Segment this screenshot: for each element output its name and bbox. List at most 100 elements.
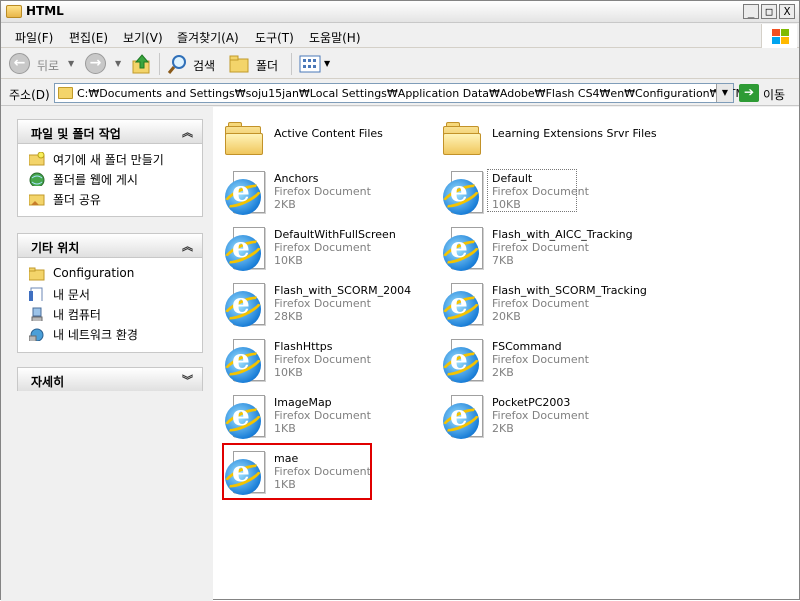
address-label: 주소(D) [9,88,50,102]
file-type: Firefox Document [492,241,589,254]
file-type: Firefox Document [274,353,371,366]
file-size: 20KB [492,310,521,323]
file-name: PocketPC2003 [492,396,571,409]
file-name: FSCommand [492,340,562,353]
file-size: 28KB [274,310,303,323]
file-name: Learning Extensions Srvr Files [492,127,657,140]
file-name: ImageMap [274,396,332,409]
place-label[interactable]: 내 네트워크 환경 [53,326,138,343]
back-arrow-icon[interactable]: ← [9,53,30,74]
address-input[interactable]: C:₩Documents and Settings₩soju15jan₩Loca… [54,83,751,103]
menu-view[interactable]: 보기(V) [123,29,163,46]
file-size: 7KB [492,254,514,267]
forward-arrow-icon[interactable]: → [85,53,106,74]
ie-document-icon: e [220,227,267,273]
network-icon [29,328,44,341]
ie-document-icon: e [438,171,485,217]
close-button[interactable]: X [779,4,795,19]
folder-icon [29,267,45,281]
file-item[interactable]: e Anchors Firefox Document 2KB [220,169,433,221]
folders-icon[interactable] [229,54,251,74]
file-type: Firefox Document [492,353,589,366]
publish-web-icon [29,172,45,186]
address-dropdown-icon[interactable]: ▼ [716,84,733,102]
my-documents-icon [29,287,43,301]
file-name: Anchors [274,172,319,185]
file-type: Firefox Document [492,297,589,310]
folder-icon [58,87,73,99]
other-places-header[interactable]: 기타 위치 ︽ [17,233,203,257]
file-name: Active Content Files [274,127,383,140]
file-folder-tasks-header[interactable]: 파일 및 폴더 작업 ︽ [17,119,203,143]
panel-title: 기타 위치 [31,241,80,255]
task-label[interactable]: 폴더를 웹에 게시 [53,171,138,188]
menu-bar: 파일(F) 편집(E) 보기(V) 즐겨찾기(A) 도구(T) 도움말(H) [1,23,799,48]
folders-button-label[interactable]: 폴더 [256,57,278,74]
file-size: 2KB [492,422,514,435]
details-header[interactable]: 자세히 ︾ [17,367,203,391]
place-label[interactable]: 내 컴퓨터 [53,306,101,323]
chevron-up-icon[interactable]: ︽ [182,238,193,254]
forward-dropdown-icon[interactable]: ▼ [115,59,121,68]
file-size: 2KB [274,198,296,211]
file-size: 1KB [274,422,296,435]
search-icon[interactable] [166,53,188,75]
go-arrow-icon[interactable]: ➔ [739,84,759,102]
file-item[interactable]: e DefaultWithFullScreen Firefox Document… [220,225,433,277]
ie-document-icon: e [220,339,267,385]
title-bar[interactable]: HTML _ □ X [1,1,799,23]
folder-icon [443,121,481,155]
toolbar-separator [291,53,292,75]
window-title: HTML [26,4,64,18]
file-name: DefaultWithFullScreen [274,228,396,241]
back-button-label[interactable]: 뒤로 [37,57,59,74]
panel-title: 자세히 [31,375,65,389]
file-name: Flash_with_SCORM_2004 [274,284,412,297]
file-type: Firefox Document [274,241,371,254]
ie-document-icon: e [438,283,485,329]
file-type: Firefox Document [492,409,589,422]
my-computer-icon [31,307,43,321]
file-size: 2KB [492,366,514,379]
menu-file[interactable]: 파일(F) [15,29,53,46]
search-button-label[interactable]: 검색 [193,57,215,74]
chevron-up-icon[interactable]: ︽ [182,124,193,140]
windows-logo-icon [761,24,797,48]
file-item[interactable]: e FSCommand Firefox Document 2KB [438,337,651,389]
place-label[interactable]: 내 문서 [53,286,90,303]
file-item[interactable]: Active Content Files [223,117,433,169]
file-item[interactable]: e ImageMap Firefox Document 1KB [220,393,433,445]
back-dropdown-icon[interactable]: ▼ [68,59,74,68]
file-item[interactable]: e FlashHttps Firefox Document 10KB [220,337,433,389]
file-item[interactable]: Learning Extensions Srvr Files [441,117,657,169]
file-item[interactable]: e Flash_with_SCORM_2004 Firefox Document… [220,281,433,333]
toolbar-separator [159,53,160,75]
address-path[interactable]: C:₩Documents and Settings₩soju15jan₩Loca… [77,87,751,100]
address-bar: 주소(D) C:₩Documents and Settings₩soju15ja… [1,80,799,106]
file-name: Flash_with_AICC_Tracking [492,228,633,241]
go-button-label[interactable]: 이동 [763,86,785,103]
maximize-button[interactable]: □ [761,4,777,19]
task-label[interactable]: 여기에 새 폴더 만들기 [53,151,164,168]
views-icon[interactable] [299,54,323,74]
file-item[interactable]: e Flash_with_AICC_Tracking Firefox Docum… [438,225,651,277]
task-label[interactable]: 폴더 공유 [53,191,101,208]
folder-icon [6,5,22,18]
ie-document-icon: e [438,395,485,441]
file-size: 10KB [274,366,303,379]
menu-favorites[interactable]: 즐겨찾기(A) [177,29,239,46]
up-folder-icon[interactable] [131,53,153,75]
chevron-down-icon[interactable]: ︾ [182,372,193,388]
ie-document-icon: e [220,171,267,217]
ie-document-icon: e [220,283,267,329]
other-places-panel: Configuration 내 문서 내 컴퓨터 내 네트워크 환경 [17,257,203,353]
menu-tools[interactable]: 도구(T) [255,29,294,46]
place-label[interactable]: Configuration [53,266,134,280]
menu-help[interactable]: 도움말(H) [309,29,361,46]
minimize-button[interactable]: _ [743,4,759,19]
views-dropdown-icon[interactable]: ▼ [324,59,330,68]
menu-edit[interactable]: 편집(E) [69,29,108,46]
ie-document-icon: e [438,227,485,273]
file-item[interactable]: e Flash_with_SCORM_Tracking Firefox Docu… [438,281,651,333]
file-item[interactable]: e PocketPC2003 Firefox Document 2KB [438,393,651,445]
